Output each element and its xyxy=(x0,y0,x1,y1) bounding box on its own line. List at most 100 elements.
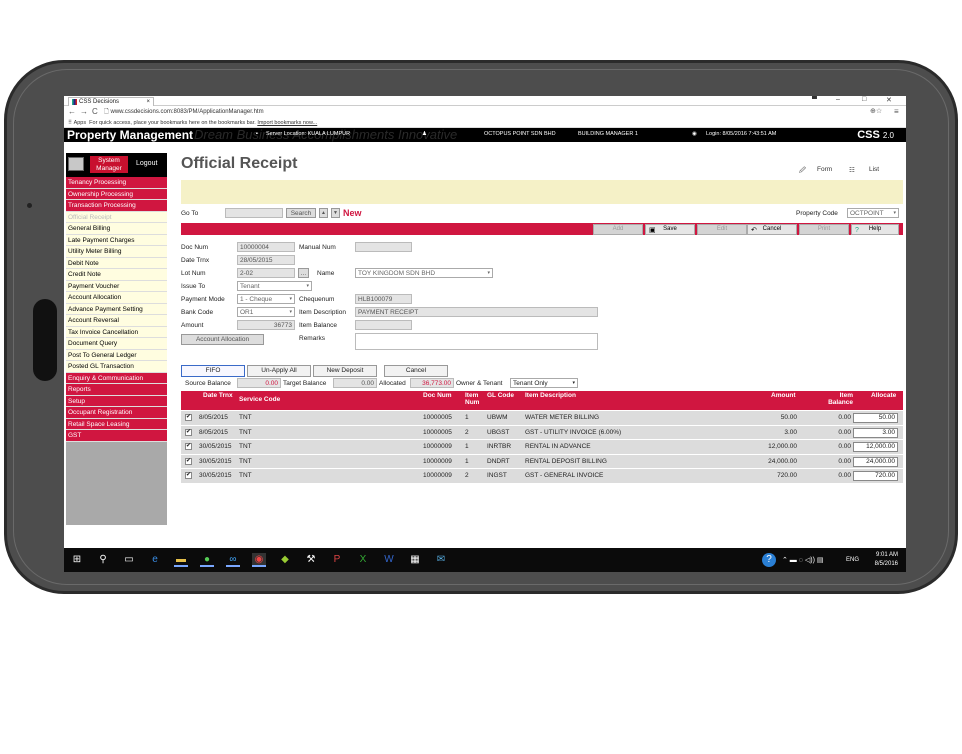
col-balance[interactable]: Item Balance xyxy=(821,392,853,406)
help-circle-icon[interactable]: ? xyxy=(762,553,776,567)
lot-field[interactable]: 2-02 xyxy=(237,268,295,278)
new-deposit-button[interactable]: New Deposit xyxy=(313,365,377,377)
sidebar-item-advance-payment-setting[interactable]: Advance Payment Setting xyxy=(66,303,167,315)
table-row[interactable]: ✔ 8/05/2015 TNT 10000005 2 UBGST GST - UTILITY… xyxy=(181,425,903,440)
form-icon[interactable]: 🖉 xyxy=(799,166,806,177)
table-row[interactable]: ✔ 30/05/2015 TNT 10000009 1 INRTBR RENTAL IN A… xyxy=(181,440,903,455)
file-explorer-icon[interactable]: ▬ xyxy=(174,553,188,567)
row-checkbox[interactable]: ✔ xyxy=(185,457,192,465)
close-window-icon[interactable]: ✕ xyxy=(886,96,892,104)
edge-icon[interactable]: e xyxy=(148,553,162,567)
sidebar-item-tax-invoice-cancellation[interactable]: Tax Invoice Cancellation xyxy=(66,326,167,338)
sidebar-item-posted-gl-transaction[interactable]: Posted GL Transaction xyxy=(66,361,167,373)
search-button[interactable]: Search xyxy=(286,208,316,218)
col-item[interactable]: Item Num xyxy=(465,392,483,406)
table-row[interactable]: ✔ 8/05/2015 TNT 10000005 1 UBWM WATER METER BI… xyxy=(181,411,903,426)
app-green-icon[interactable]: ● xyxy=(200,553,214,567)
col-service[interactable]: Service Code xyxy=(239,396,280,403)
help-button[interactable]: ? Help xyxy=(851,224,899,235)
account-allocation-button[interactable]: Account Allocation xyxy=(181,334,264,345)
sidebar-item-credit-note[interactable]: Credit Note xyxy=(66,269,167,281)
zoom-icon[interactable]: ⊕☆ xyxy=(870,107,882,115)
table-row[interactable]: ✔ 30/05/2015 TNT 10000009 1 DNDRT RENTAL DEPOS… xyxy=(181,454,903,469)
table-row[interactable]: ✔ 30/05/2015 TNT 10000009 2 INGST GST - GENERA… xyxy=(181,469,903,484)
allocate-input[interactable]: 12,000.00 xyxy=(853,442,898,452)
payment-mode-select[interactable]: 1 - Cheque ▾ xyxy=(237,294,295,304)
menu-icon[interactable]: ≡ xyxy=(894,107,899,116)
remarks-field[interactable] xyxy=(355,333,598,350)
form-link[interactable]: Form xyxy=(817,166,832,173)
property-code-select[interactable]: OCTPOINT ▾ xyxy=(847,208,899,218)
minimize-icon[interactable]: – xyxy=(836,96,840,103)
save-button[interactable]: ▣ Save xyxy=(645,224,695,235)
row-checkbox[interactable]: ✔ xyxy=(185,414,192,421)
infinity-icon[interactable]: ∞ xyxy=(226,553,240,567)
allocate-input[interactable]: 24,000.00 xyxy=(853,456,898,467)
home-button[interactable] xyxy=(33,299,57,381)
browser-tab[interactable]: CSS Decisions × xyxy=(68,97,154,106)
list-icon[interactable]: ☷ xyxy=(849,166,855,174)
sidebar-item-account-allocation[interactable]: Account Allocation xyxy=(66,292,167,304)
next-record-icon[interactable]: ▼ xyxy=(331,208,340,218)
cheque-field[interactable]: HLB100079 xyxy=(355,294,412,304)
goto-input[interactable] xyxy=(225,208,283,218)
sidebar-item-general-billing[interactable]: General Billing xyxy=(66,223,167,235)
search-icon[interactable]: ⚲ xyxy=(96,553,110,567)
import-bookmarks-link[interactable]: Import bookmarks now... xyxy=(257,120,317,126)
grid-cancel-button[interactable]: Cancel xyxy=(384,365,448,377)
sidebar-item-occupant-registration[interactable]: Occupant Registration xyxy=(66,407,167,419)
cancel-button[interactable]: ↶ Cancel xyxy=(747,224,797,235)
date-field[interactable]: 28/05/2015 xyxy=(237,255,295,265)
sidebar-item-retail-space-leasing[interactable]: Retail Space Leasing xyxy=(66,418,167,430)
owner-tenant-select[interactable]: Tenant Only ▾ xyxy=(510,378,578,388)
language-indicator[interactable]: ENG xyxy=(846,557,859,563)
sidebar-item-gst[interactable]: GST xyxy=(66,430,167,442)
sidebar-item-transaction-processing[interactable]: Transaction Processing xyxy=(66,200,167,212)
col-doc[interactable]: Doc Num xyxy=(423,392,452,399)
windows-start-icon[interactable]: ⊞ xyxy=(70,553,84,567)
col-gl[interactable]: GL Code xyxy=(487,392,514,399)
chrome-icon[interactable]: ◉ xyxy=(252,553,266,567)
app-layers-icon[interactable]: ◆ xyxy=(278,553,292,567)
tray-icons[interactable]: ⌃ ▬ ◌ ◁)) ▤ xyxy=(782,556,823,564)
powerpoint-icon[interactable]: P xyxy=(330,553,344,567)
fifo-button[interactable]: FIFO xyxy=(181,365,245,377)
sidebar-item-ownership-processing[interactable]: Ownership Processing xyxy=(66,188,167,200)
word-icon[interactable]: W xyxy=(382,553,396,567)
lot-lookup-button[interactable]: ... xyxy=(298,268,309,278)
calculator-icon[interactable]: ▦ xyxy=(408,553,422,567)
sidebar-item-debit-note[interactable]: Debit Note xyxy=(66,257,167,269)
unapply-all-button[interactable]: Un-Apply All xyxy=(247,365,311,377)
col-amount[interactable]: Amount xyxy=(771,392,796,399)
user-icon[interactable]: ▀ xyxy=(812,96,817,103)
clock[interactable]: 9:01 AM 8/5/2016 xyxy=(875,551,898,569)
allocate-input[interactable]: 720.00 xyxy=(853,471,898,481)
sidebar-item-reports[interactable]: Reports xyxy=(66,384,167,396)
doc-num-field[interactable]: 10000004 xyxy=(237,242,295,252)
edit-button[interactable]: Edit xyxy=(697,224,747,235)
sidebar-item-official-receipt[interactable]: Official Receipt xyxy=(66,211,167,223)
tools-icon[interactable]: ⚒ xyxy=(304,553,318,567)
col-desc[interactable]: Item Description xyxy=(525,392,576,399)
task-view-icon[interactable]: ▭ xyxy=(122,553,136,567)
url-field[interactable]: 🗋 www.cssdecisions.com:8083/PM/Applicati… xyxy=(104,107,884,117)
name-select[interactable]: TOY KINGDOM SDN BHD ▾ xyxy=(355,268,493,278)
reload-icon[interactable]: C xyxy=(92,107,98,116)
apps-link[interactable]: Apps xyxy=(74,120,87,126)
col-allocate[interactable]: Allocate xyxy=(871,392,896,399)
sidebar-item-account-reversal[interactable]: Account Reversal xyxy=(66,315,167,327)
sidebar-item-enquiry-communication[interactable]: Enquiry & Communication xyxy=(66,372,167,384)
back-icon[interactable]: ← xyxy=(68,107,76,116)
maximize-icon[interactable]: □ xyxy=(862,96,866,103)
amount-field[interactable]: 36773 xyxy=(237,320,295,330)
item-description-field[interactable]: PAYMENT RECEIPT xyxy=(355,307,598,317)
bank-code-select[interactable]: OR1 ▾ xyxy=(237,307,295,317)
prev-record-icon[interactable]: ▲ xyxy=(319,208,328,218)
add-button[interactable]: Add xyxy=(593,224,643,235)
sidebar-item-post-to-general-ledger[interactable]: Post To General Ledger xyxy=(66,349,167,361)
manual-num-field[interactable] xyxy=(355,242,412,252)
print-button[interactable]: Print xyxy=(799,224,849,235)
mail-icon[interactable]: ✉ xyxy=(434,553,448,567)
system-manager-button[interactable]: System Manager xyxy=(90,156,128,173)
row-checkbox[interactable]: ✔ xyxy=(185,428,192,436)
